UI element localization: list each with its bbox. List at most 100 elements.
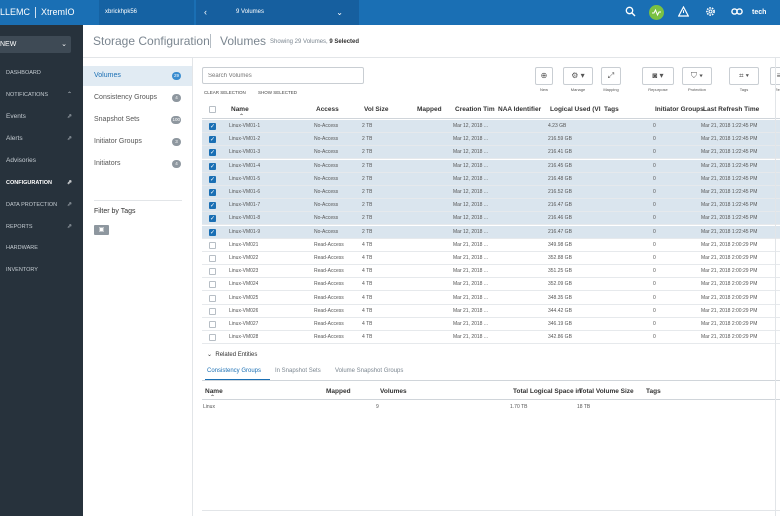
table-row[interactable]: ✓ Linux-VM01-4 No-Access 2 TB Mar 12, 2018 .… <box>202 159 780 173</box>
new-button[interactable]: ⊕ <box>535 67 553 85</box>
table-row[interactable]: ✓ Linux-VM01-9 No-Access 2 TB Mar 12, 2018 .… <box>202 225 780 239</box>
row-checkbox[interactable] <box>209 281 216 289</box>
column-header-logical-used-vi[interactable]: Logical Used (VI <box>550 106 601 113</box>
cell-refresh: Mar 21, 2018 1:22:45 PM <box>701 175 758 182</box>
protection-button[interactable]: ⛉ ▾ <box>682 67 712 85</box>
sidebar-item-notifications[interactable]: NOTIFICATIONS ⌃ <box>0 85 83 105</box>
related-column-total-volume-size[interactable]: Total Volume Size <box>579 388 634 395</box>
cell-ig: 0 <box>653 228 656 235</box>
tab-in-snapshot-sets[interactable]: In Snapshot Sets <box>275 368 321 374</box>
sidebar-item-reports[interactable]: REPORTS ⇗ <box>0 217 83 237</box>
row-checkbox[interactable]: ✓ <box>209 162 216 170</box>
show-selected-link[interactable]: SHOW SELECTED <box>258 90 297 95</box>
related-entities-toggle[interactable]: ⌄ Related Entities <box>207 351 257 358</box>
column-header-naa-identifier[interactable]: NAA Identifier <box>498 106 541 113</box>
repurpose-button[interactable]: ◙ ▾ <box>642 67 674 85</box>
new-button[interactable]: NEW ⌄ <box>0 36 71 53</box>
sidebar-item-configuration[interactable]: CONFIGURATION ⇗ <box>0 173 83 193</box>
table-row[interactable]: ✓ Linux-VM01-5 No-Access 2 TB Mar 12, 2018 .… <box>202 172 780 186</box>
table-row[interactable]: Linux-VM022 Read-Access 4 TB Mar 21, 2018 .… <box>202 252 780 265</box>
health-icon[interactable] <box>649 5 664 20</box>
sub-navigation-panel: Volumes 29 Consistency Groups 4 Snapshot Set… <box>83 58 193 516</box>
right-scroll-edge[interactable] <box>775 58 776 516</box>
user-name[interactable]: tech <box>752 0 766 25</box>
gear-icon[interactable] <box>704 6 717 19</box>
related-column-tags[interactable]: Tags <box>646 388 661 395</box>
table-row[interactable]: Linux-VM021 Read-Access 4 TB Mar 21, 2018 .… <box>202 239 780 252</box>
user-icon[interactable] <box>730 6 743 19</box>
subnav-item-initiator-groups[interactable]: Initiator Groups 3 <box>83 132 192 152</box>
row-checkbox[interactable]: ✓ <box>209 136 216 144</box>
search-input[interactable] <box>202 67 364 84</box>
sidebar-item-dashboard[interactable]: DASHBOARD <box>0 63 83 83</box>
subnav-item-volumes[interactable]: Volumes 29 <box>83 66 192 86</box>
row-checkbox[interactable]: ✓ <box>209 149 216 157</box>
row-checkbox[interactable] <box>209 255 216 262</box>
subnav-item-initiators[interactable]: Initiators 4 <box>83 154 192 174</box>
column-header-name[interactable]: Name <box>231 106 249 113</box>
row-checkbox[interactable] <box>209 321 216 328</box>
table-row[interactable]: ✓ Linux-VM01-8 No-Access 2 TB Mar 12, 2018 .… <box>202 212 780 226</box>
table-row[interactable]: Linux-VM025 Read-Access 4 TB Mar 21, 2018 .… <box>202 292 780 305</box>
cell-used: 216.47 GB <box>548 202 572 209</box>
table-row[interactable]: Linux-VM027 Read-Access 4 TB Mar 21, 2018 .… <box>202 318 780 331</box>
cell-size: 2 TB <box>362 136 373 143</box>
cell-size: 2 TB <box>362 123 373 129</box>
related-column-mapped[interactable]: Mapped <box>326 388 351 395</box>
column-header-vol-size[interactable]: Vol Size <box>364 106 388 113</box>
tab-consistency-groups[interactable]: Consistency Groups <box>207 368 261 374</box>
table-row[interactable]: ✓ Linux-VM01-3 No-Access 2 TB Mar 12, 2018 .… <box>202 146 780 160</box>
clear-selection-link[interactable]: CLEAR SELECTION <box>204 90 246 95</box>
select-all-checkbox[interactable] <box>209 106 216 113</box>
tag-filter-icon[interactable]: ▣ <box>94 225 109 235</box>
sidebar-item-data-protection[interactable]: DATA PROTECTION ⇗ <box>0 195 83 215</box>
row-checkbox[interactable] <box>209 241 216 249</box>
mapping-button[interactable]: ⤢ <box>601 67 621 85</box>
row-checkbox[interactable] <box>209 334 216 342</box>
sidebar-item-events[interactable]: Events ⇗ <box>0 107 83 127</box>
tags-button[interactable]: ⌗ ▾ <box>729 67 759 85</box>
row-checkbox[interactable]: ✓ <box>209 202 216 210</box>
host-selector[interactable]: xbrickhpk56 <box>99 0 194 25</box>
row-checkbox[interactable]: ✓ <box>209 228 216 236</box>
sidebar-item-label: Advisories <box>6 157 36 164</box>
chevron-down-icon[interactable]: ⌄ <box>336 0 343 25</box>
row-checkbox[interactable] <box>209 307 216 315</box>
column-header-mapped[interactable]: Mapped <box>417 106 442 113</box>
column-header-creation-tim[interactable]: Creation Tim <box>455 106 495 113</box>
sidebar-item-hardware[interactable]: HARDWARE <box>0 238 83 258</box>
table-row[interactable]: ✓ Linux-VM01-6 No-Access 2 TB Mar 12, 2018 .… <box>202 186 780 199</box>
column-header-access[interactable]: Access <box>316 106 339 113</box>
manage-button[interactable]: ⚙ ▾ <box>563 67 593 85</box>
row-checkbox[interactable]: ✓ <box>209 123 216 130</box>
tab-volume-snapshot-groups[interactable]: Volume Snapshot Groups <box>335 368 403 374</box>
related-column-total-logical-space-in[interactable]: Total Logical Space in <box>513 388 581 395</box>
search-icon[interactable] <box>624 6 637 19</box>
sidebar-item-advisories[interactable]: Advisories <box>0 151 83 171</box>
back-chevron-icon[interactable]: ‹ <box>204 0 207 25</box>
row-checkbox[interactable]: ✓ <box>209 189 216 196</box>
row-checkbox[interactable] <box>209 294 216 302</box>
repurpose-button-label: Repurpose <box>648 87 668 92</box>
row-checkbox[interactable] <box>209 268 216 276</box>
sidebar-item-inventory[interactable]: INVENTORY <box>0 260 83 280</box>
column-header-initiator-groups[interactable]: Initiator Groups <box>655 106 704 113</box>
row-checkbox[interactable]: ✓ <box>209 215 216 223</box>
alert-icon[interactable] <box>677 5 690 19</box>
cell-refresh: Mar 21, 2018 1:22:45 PM <box>701 162 758 169</box>
table-row[interactable]: ✓ Linux-VM01-1 No-Access 2 TB Mar 12, 2018 .… <box>202 120 780 133</box>
related-column-volumes[interactable]: Volumes <box>380 388 407 395</box>
table-row[interactable]: Linux-VM026 Read-Access 4 TB Mar 21, 2018 .… <box>202 305 780 318</box>
row-checkbox[interactable]: ✓ <box>209 175 216 183</box>
column-header-last-refresh-time[interactable]: Last Refresh Time <box>703 106 759 113</box>
subnav-item-consistency-groups[interactable]: Consistency Groups 4 <box>83 88 192 108</box>
table-row[interactable]: ✓ Linux-VM01-2 No-Access 2 TB Mar 12, 2018 .… <box>202 133 780 147</box>
table-row[interactable]: Linux-VM028 Read-Access 4 TB Mar 21, 2018 .… <box>202 331 780 345</box>
sidebar-item-alerts[interactable]: Alerts ⇗ <box>0 129 83 149</box>
subnav-item-snapshot-sets[interactable]: Snapshot Sets 100 <box>83 110 192 130</box>
table-row[interactable]: ✓ Linux-VM01-7 No-Access 2 TB Mar 12, 2018 .… <box>202 199 780 213</box>
selected-volumes-label[interactable]: 9 Volumes <box>236 0 264 25</box>
table-row[interactable]: Linux-VM024 Read-Access 4 TB Mar 21, 2018 .… <box>202 278 780 292</box>
column-header-tags[interactable]: Tags <box>604 106 619 113</box>
table-row[interactable]: Linux-VM023 Read-Access 4 TB Mar 21, 2018 .… <box>202 265 780 279</box>
